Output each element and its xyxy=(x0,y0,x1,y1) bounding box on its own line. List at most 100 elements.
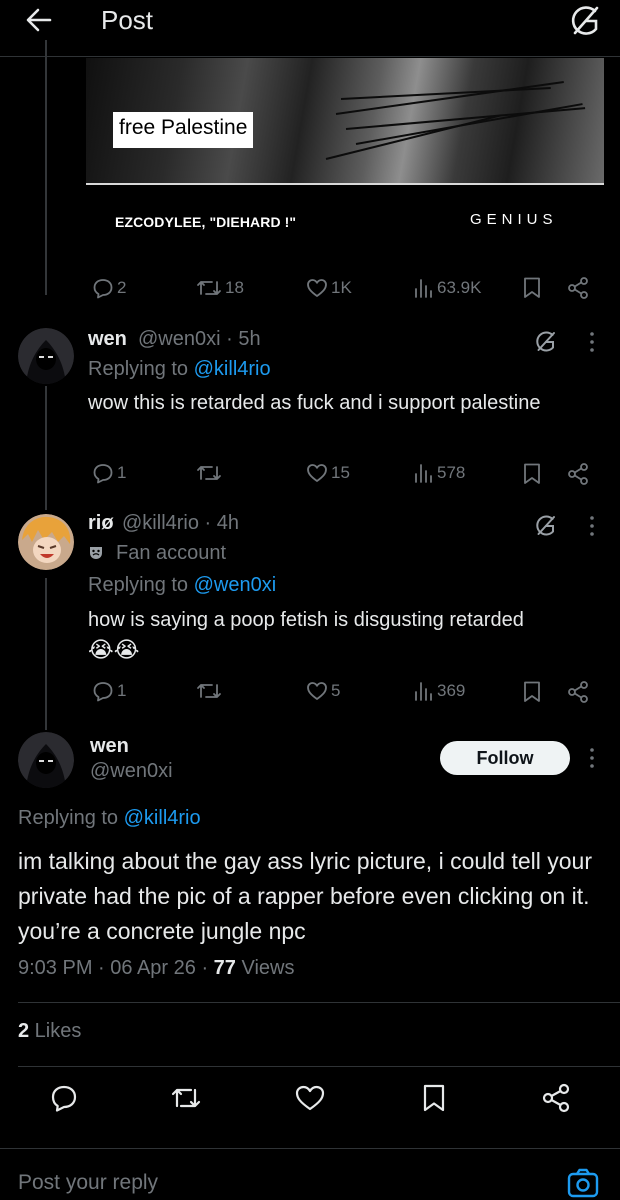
heart-icon xyxy=(307,464,327,482)
bookmark-icon[interactable] xyxy=(520,462,544,486)
like-action[interactable]: 5 xyxy=(306,680,340,702)
post-text: im talking about the gay ass lyric pictu… xyxy=(18,848,592,944)
more-options-icon[interactable] xyxy=(589,331,595,353)
bookmark-icon[interactable] xyxy=(520,276,544,300)
follow-button[interactable]: Follow xyxy=(440,741,570,775)
genius-logo: GENIUS xyxy=(470,211,558,228)
bookmark-icon[interactable] xyxy=(520,680,544,704)
post-meta: 9:03 PM · 06 Apr 26 · 77 Views xyxy=(18,957,295,979)
reply-count: 1 xyxy=(117,681,127,700)
replying-to: Replying to @kill4rio xyxy=(88,358,271,381)
repost-action[interactable] xyxy=(196,680,222,702)
reply-composer[interactable]: Post your reply xyxy=(0,1148,620,1200)
views-count: 63.9K xyxy=(437,278,482,297)
post-date[interactable]: 06 Apr 26 xyxy=(110,957,196,979)
author-name[interactable]: riø xyxy=(88,512,114,535)
avatar[interactable] xyxy=(18,732,74,788)
repost-icon xyxy=(197,466,221,480)
bookmark-icon[interactable] xyxy=(418,1082,450,1114)
grok-icon[interactable] xyxy=(533,514,557,538)
back-arrow-icon[interactable] xyxy=(24,6,54,34)
camera-icon[interactable] xyxy=(566,1167,600,1199)
repost-count: 18 xyxy=(225,278,244,297)
views-action[interactable]: 369 xyxy=(412,680,465,702)
author-name[interactable]: wen xyxy=(90,735,129,758)
views-icon xyxy=(415,682,432,701)
post-time: · 5h xyxy=(220,328,261,350)
likes-stat[interactable]: 2 Likes xyxy=(18,1020,81,1043)
like-action[interactable]: 15 xyxy=(306,462,350,484)
thread-line xyxy=(45,386,47,510)
likes-label: Likes xyxy=(29,1020,82,1042)
reply-action[interactable]: 1 xyxy=(92,462,126,484)
views-icon xyxy=(415,279,432,298)
reply-action[interactable]: 2 xyxy=(92,277,126,299)
avatar[interactable] xyxy=(18,514,74,570)
repost-icon xyxy=(197,281,221,295)
top-bar: Post xyxy=(0,0,620,40)
likes-count: 2 xyxy=(18,1020,30,1042)
like-count: 15 xyxy=(331,463,350,482)
views-action[interactable]: 63.9K xyxy=(412,277,481,299)
reply-count: 1 xyxy=(117,463,127,482)
repost-icon[interactable] xyxy=(170,1082,202,1114)
heart-icon xyxy=(307,279,327,297)
reply-text: wow this is retarded as fuck and i suppo… xyxy=(88,392,541,414)
reply-icon xyxy=(93,279,113,299)
like-count: 1K xyxy=(331,278,352,297)
author-name[interactable]: wen xyxy=(88,328,127,351)
author-handle[interactable]: @kill4rio · 4h xyxy=(122,512,239,535)
share-icon[interactable] xyxy=(540,1082,572,1114)
emoji-text: 😭😭 xyxy=(88,637,140,662)
post-time[interactable]: 9:03 PM xyxy=(18,957,92,979)
replying-to-label: Replying to xyxy=(88,574,194,596)
reply-icon xyxy=(93,682,113,702)
replying-to: Replying to @wen0xi xyxy=(88,574,276,597)
repost-action[interactable] xyxy=(196,462,222,484)
like-count: 5 xyxy=(331,681,341,700)
thread-line xyxy=(45,40,47,295)
divider xyxy=(18,1066,620,1067)
repost-action[interactable]: 18 xyxy=(196,277,244,299)
reply-action[interactable]: 1 xyxy=(92,680,126,702)
share-icon[interactable] xyxy=(566,680,590,704)
views-count: 578 xyxy=(437,463,466,482)
share-icon[interactable] xyxy=(566,276,590,300)
author-handle[interactable]: @wen0xi xyxy=(90,760,173,783)
views-icon xyxy=(415,464,432,483)
page-title: Post xyxy=(101,5,154,35)
views-action[interactable]: 578 xyxy=(412,462,465,484)
replying-to-label: Replying to xyxy=(88,358,194,380)
heart-icon[interactable] xyxy=(294,1082,326,1114)
divider xyxy=(18,1002,620,1003)
reply-input[interactable]: Post your reply xyxy=(18,1171,158,1195)
thread-line xyxy=(45,578,47,730)
song-credit: EZCODYLEE, "DIEHARD !" xyxy=(115,214,297,230)
replying-to: Replying to @kill4rio xyxy=(18,807,201,830)
author-handle[interactable]: @wen0xi · 5h xyxy=(138,328,261,351)
grok-icon[interactable] xyxy=(566,3,602,39)
views-count: 369 xyxy=(437,681,466,700)
reply-icon xyxy=(93,464,113,484)
views-label: Views xyxy=(235,957,295,979)
mention-link[interactable]: @kill4rio xyxy=(124,807,201,829)
share-icon[interactable] xyxy=(566,462,590,486)
card-divider xyxy=(86,183,604,185)
reply-text: how is saying a poop fetish is disgustin… xyxy=(88,609,524,631)
grok-icon[interactable] xyxy=(533,330,557,354)
badge-label: Fan account xyxy=(116,542,227,564)
heart-icon xyxy=(307,682,327,700)
reply-count: 2 xyxy=(117,278,127,297)
mention-link[interactable]: @wen0xi xyxy=(194,574,277,596)
repost-icon xyxy=(197,684,221,698)
more-options-icon[interactable] xyxy=(589,747,595,769)
handle-text: @wen0xi xyxy=(138,328,221,350)
like-action[interactable]: 1K xyxy=(306,277,352,299)
header-divider xyxy=(0,56,620,57)
avatar[interactable] xyxy=(18,328,74,384)
reply-icon[interactable] xyxy=(48,1082,80,1114)
more-options-icon[interactable] xyxy=(589,515,595,537)
views-count: 77 xyxy=(213,957,236,979)
mention-link[interactable]: @kill4rio xyxy=(194,358,271,380)
lyric-text: free Palestine xyxy=(113,112,254,148)
